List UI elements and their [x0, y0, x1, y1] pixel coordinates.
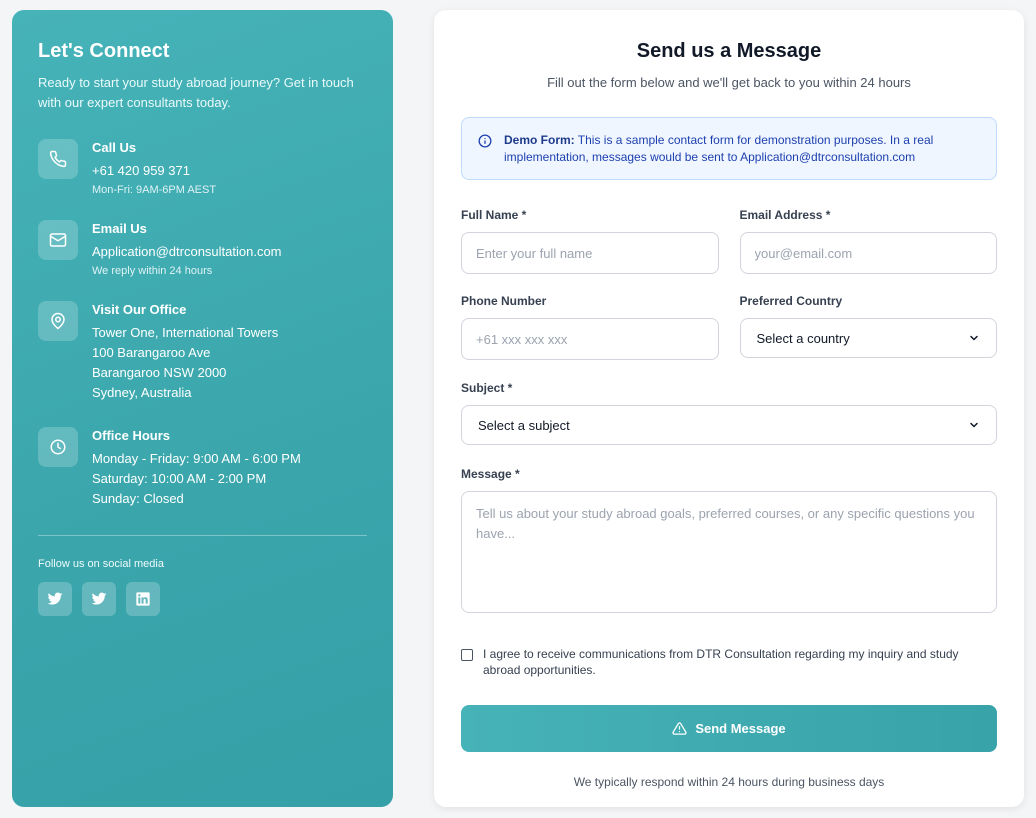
send-message-label: Send Message — [695, 721, 786, 736]
phone-input[interactable] — [461, 318, 719, 360]
consent-row: I agree to receive communications from D… — [461, 646, 997, 678]
panel-title: Let's Connect — [38, 40, 170, 62]
hours-line: Sunday: Closed — [92, 491, 184, 506]
chevron-down-icon — [970, 335, 978, 341]
message-label: Message * — [461, 467, 520, 481]
email-us-block: Email Us Application@dtrconsultation.com… — [38, 220, 367, 277]
email-label: Email Address * — [739, 208, 831, 222]
panel-intro: Ready to start your study abroad journey… — [38, 75, 354, 110]
email-input[interactable] — [739, 232, 997, 274]
subject-label: Subject * — [461, 381, 513, 395]
consent-text: I agree to receive communications from D… — [483, 647, 959, 677]
phone-label: Phone Number — [461, 294, 547, 308]
office-hours-block: Office Hours Monday - Friday: 9:00 AM - … — [38, 427, 367, 509]
phone-number[interactable]: +61 420 959 371 — [92, 161, 216, 181]
email-address[interactable]: Application@dtrconsultation.com — [92, 242, 282, 262]
country-selected: Select a country — [756, 330, 850, 346]
call-us-title: Call Us — [92, 140, 137, 155]
social-label: Follow us on social media — [38, 558, 164, 570]
country-select[interactable]: Select a country — [739, 318, 997, 358]
map-pin-icon — [38, 301, 78, 341]
demo-notice: Demo Form: This is a sample contact form… — [461, 117, 997, 180]
hours-line: Monday - Friday: 9:00 AM - 6:00 PM — [92, 451, 301, 466]
office-block: Visit Our Office Tower One, Internationa… — [38, 301, 367, 403]
message-textarea[interactable] — [461, 491, 997, 613]
twitter-icon[interactable] — [82, 582, 116, 616]
subject-select[interactable]: Select a subject — [461, 405, 997, 445]
chevron-down-icon — [970, 422, 978, 428]
full-name-label: Full Name * — [461, 208, 527, 222]
mail-icon — [38, 220, 78, 260]
form-title: Send us a Message — [636, 40, 822, 62]
call-hours: Mon-Fri: 9AM-6PM AEST — [92, 184, 217, 196]
consent-checkbox[interactable] — [461, 649, 473, 661]
office-line: 100 Barangaroo Ave — [92, 345, 211, 360]
office-hours-title: Office Hours — [92, 428, 171, 443]
email-note: We reply within 24 hours — [92, 265, 213, 277]
notice-bold: Demo Form: — [504, 133, 575, 147]
notice-text: Demo Form: This is a sample contact form… — [504, 132, 980, 166]
social-links — [38, 582, 367, 616]
send-message-button[interactable]: Send Message — [461, 705, 997, 752]
office-line: Sydney, Australia — [92, 385, 192, 400]
info-icon — [478, 134, 492, 148]
phone-icon — [38, 139, 78, 179]
form-lead: Fill out the form below and we'll get ba… — [547, 75, 911, 90]
office-line: Barangaroo NSW 2000 — [92, 365, 227, 380]
clock-icon — [38, 427, 78, 467]
divider — [38, 535, 367, 536]
office-line: Tower One, International Towers — [92, 325, 279, 340]
email-us-title: Email Us — [92, 221, 147, 236]
twitter-icon[interactable] — [38, 582, 72, 616]
hours-line: Saturday: 10:00 AM - 2:00 PM — [92, 471, 267, 486]
contact-info-panel: Let's Connect Ready to start your study … — [12, 10, 393, 807]
linkedin-icon[interactable] — [126, 582, 160, 616]
contact-form-panel: Send us a Message Fill out the form belo… — [434, 10, 1024, 807]
office-title: Visit Our Office — [92, 302, 187, 317]
call-us-block: Call Us +61 420 959 371 Mon-Fri: 9AM-6PM… — [38, 139, 367, 196]
subject-selected: Select a subject — [478, 417, 570, 433]
response-note: We typically respond within 24 hours dur… — [573, 775, 885, 789]
full-name-input[interactable] — [461, 232, 719, 274]
warning-triangle-icon — [672, 722, 687, 735]
country-label: Preferred Country — [739, 294, 843, 308]
